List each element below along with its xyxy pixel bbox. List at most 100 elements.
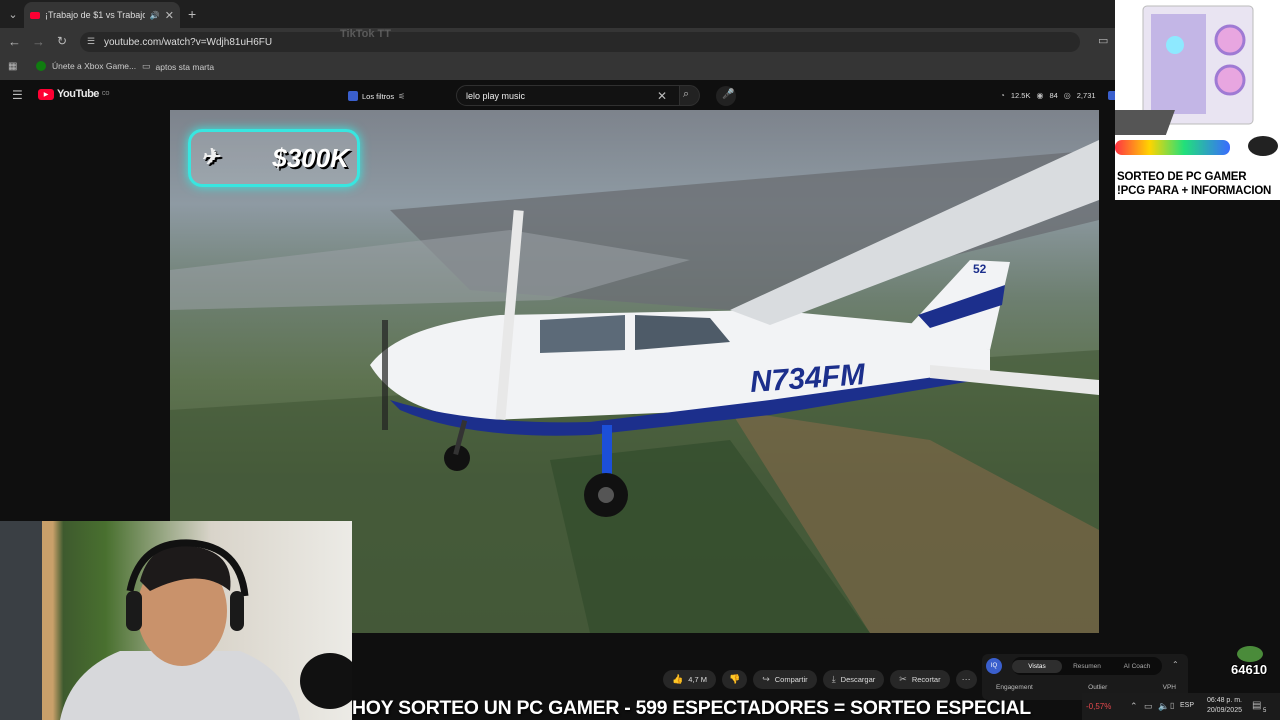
url-text: youtube.com/watch?v=Wdjh81uH6FU — [104, 36, 273, 48]
xbox-icon — [36, 61, 46, 71]
folder-icon: ▭ — [142, 61, 151, 71]
sliders-icon: ⚟ — [398, 91, 406, 101]
dislike-button[interactable]: 👎 — [721, 670, 748, 689]
clip-label: Recortar — [911, 675, 941, 684]
metric-vph: VPH — [1162, 684, 1176, 691]
tab-resumen[interactable]: Resumen — [1062, 663, 1112, 670]
logo-text: YouTube — [57, 88, 99, 100]
notification-count: 5 — [1263, 708, 1267, 714]
menu-icon[interactable]: ☰ — [12, 88, 23, 102]
change-percent: -0,57% — [1086, 702, 1112, 711]
search-button[interactable]: ⌕ — [680, 85, 700, 106]
region-code: CO — [101, 91, 110, 97]
notification-icon[interactable]: ▤ — [1252, 700, 1261, 711]
tab-strip: ⌄ ¡Trabajo de $1 vs Trabajo de 🔊 ✕ + — [0, 0, 1115, 28]
frog-icon — [1237, 646, 1263, 662]
clip-button[interactable]: ✂ Recortar — [890, 670, 950, 689]
thumbs-down-icon: 👎 — [728, 674, 741, 684]
language-indicator[interactable]: ESP — [1180, 702, 1194, 709]
stat-viewers: 84 — [1049, 90, 1058, 100]
video-actions: 👍 4,7 M 👎 ↪ Compartir ⤓ Descargar ✂ Reco… — [663, 670, 977, 690]
metric-engagement: Engagement — [996, 684, 1033, 691]
speaker-icon[interactable]: 🔊 — [150, 11, 160, 20]
tab-ai-coach[interactable]: AI Coach — [1112, 663, 1162, 670]
like-button[interactable]: 👍 4,7 M — [663, 670, 716, 689]
search-icon: ⌕ — [683, 88, 690, 100]
stat-messages: 2,731 — [1076, 90, 1096, 100]
webcam-feed — [0, 521, 352, 720]
back-icon[interactable]: ← — [8, 34, 21, 49]
thumbs-up-icon: 👍 — [672, 674, 684, 684]
bookmark-folder[interactable]: ▭ aptos sta marta — [142, 61, 214, 72]
share-button[interactable]: ↪ Compartir — [753, 670, 817, 689]
jet-icon: ✈ — [201, 144, 220, 169]
filter-badge-icon — [348, 91, 358, 101]
network-icon[interactable]: ▭ — [1144, 701, 1153, 712]
chat-icon: ◎ — [1063, 90, 1071, 100]
tab-list-icon[interactable]: ⌄ — [6, 7, 20, 21]
chevron-up-icon[interactable]: ⌃ — [1130, 701, 1138, 712]
bookmarks-bar: ▦ Únete a Xbox Game... ▭ aptos sta marta — [0, 55, 1115, 80]
viewer-counter: 64610 — [1229, 646, 1277, 680]
share-icon: ↪ — [762, 674, 770, 684]
clock-date: 20/09/2025 — [1206, 707, 1242, 714]
coach-tabs: Vistas Resumen AI Coach — [1012, 657, 1162, 675]
pc-gamer-image — [1075, 5, 1278, 156]
share-label: Compartir — [774, 675, 808, 684]
tab-title: ¡Trabajo de $1 vs Trabajo de — [45, 10, 145, 20]
clear-search-icon[interactable]: ✕ — [657, 89, 667, 103]
ghost-chat-text: TikTok TT — [340, 28, 391, 40]
voice-search-button[interactable]: 🎤 — [716, 86, 736, 106]
more-icon: ⋯ — [961, 674, 971, 684]
more-actions-button[interactable]: ⋯ — [955, 670, 977, 689]
metric-outlier: Outlier — [1088, 684, 1108, 691]
bookmark-label: aptos sta marta — [155, 61, 215, 72]
giveaway-banner: HOY SORTEO UN PC GAMER - 599 ESPECTADORE… — [352, 697, 1031, 719]
stat-views: 12.5K — [1010, 90, 1031, 100]
counter-value: 64610 — [1231, 662, 1268, 677]
collapse-icon[interactable]: ⌃ — [1172, 660, 1179, 669]
scissors-icon: ✂ — [899, 674, 907, 684]
coach-metrics: Engagement Outlier VPH — [996, 684, 1176, 691]
clock-time: 06:48 p. m. — [1206, 697, 1242, 704]
stats-bar: ◔ 12.5K ◉ 84 ◎ 2,731 — [1000, 87, 1117, 103]
reload-icon[interactable]: ↻ — [57, 34, 67, 48]
site-info-icon[interactable]: ☰ — [87, 36, 95, 47]
price-text: $300K — [272, 142, 349, 173]
bookmark-xbox[interactable]: Únete a Xbox Game... — [36, 61, 136, 71]
new-tab-icon[interactable]: + — [188, 6, 196, 22]
search-value: lelo play music — [466, 90, 526, 101]
apps-grid-icon[interactable]: ▦ — [8, 61, 17, 72]
tab-vistas[interactable]: Vistas — [1012, 659, 1062, 673]
battery-icon[interactable]: ▯ — [1170, 701, 1174, 710]
promo-text: SORTEO DE PC GAMER !PCG PARA + INFORMACI… — [1117, 170, 1280, 198]
eye-icon: ◉ — [1036, 90, 1044, 100]
download-label: Descargar — [840, 675, 876, 684]
promo-title: SORTEO DE PC GAMER — [1117, 171, 1247, 183]
tab-youtube[interactable]: ¡Trabajo de $1 vs Trabajo de 🔊 ✕ — [24, 2, 180, 28]
system-tray: -0,57% ⌃ ▭ 🔈 ▯ ESP 06:48 p. m. 20/09/202… — [1082, 693, 1280, 720]
filters-button[interactable]: Los filtros ⚟ — [348, 87, 414, 105]
streamer-image — [60, 539, 352, 720]
youtube-favicon-icon — [30, 11, 40, 19]
clock-icon: ◔ — [1000, 90, 1005, 100]
close-tab-icon[interactable]: ✕ — [165, 9, 174, 22]
price-tag: ✈ $300K — [188, 129, 360, 187]
address-bar[interactable]: ☰ youtube.com/watch?v=Wdjh81uH6FU TikTok… — [80, 28, 1080, 52]
youtube-logo[interactable]: ▶ YouTube CO — [38, 88, 109, 100]
plane-number: 52 — [973, 262, 987, 276]
filters-label: Los filtros — [362, 91, 395, 101]
download-button[interactable]: ⤓ Descargar — [822, 670, 885, 689]
forward-icon[interactable]: → — [32, 34, 45, 49]
promo-command: !PCG PARA + INFORMACION — [1117, 185, 1272, 197]
like-count: 4,7 M — [688, 675, 707, 684]
cast-icon[interactable]: ▭ — [1098, 34, 1108, 47]
youtube-play-icon: ▶ — [38, 88, 54, 100]
search-input[interactable]: lelo play music ✕ — [456, 85, 680, 106]
microphone-icon: 🎤 — [722, 89, 735, 100]
coach-badge: IQ — [986, 658, 1002, 674]
download-icon: ⤓ — [831, 674, 836, 684]
clock[interactable]: 06:48 p. m. 20/09/2025 — [1200, 696, 1242, 716]
volume-icon[interactable]: 🔈 — [1158, 701, 1169, 712]
bookmark-label: Únete a Xbox Game... — [52, 61, 137, 71]
